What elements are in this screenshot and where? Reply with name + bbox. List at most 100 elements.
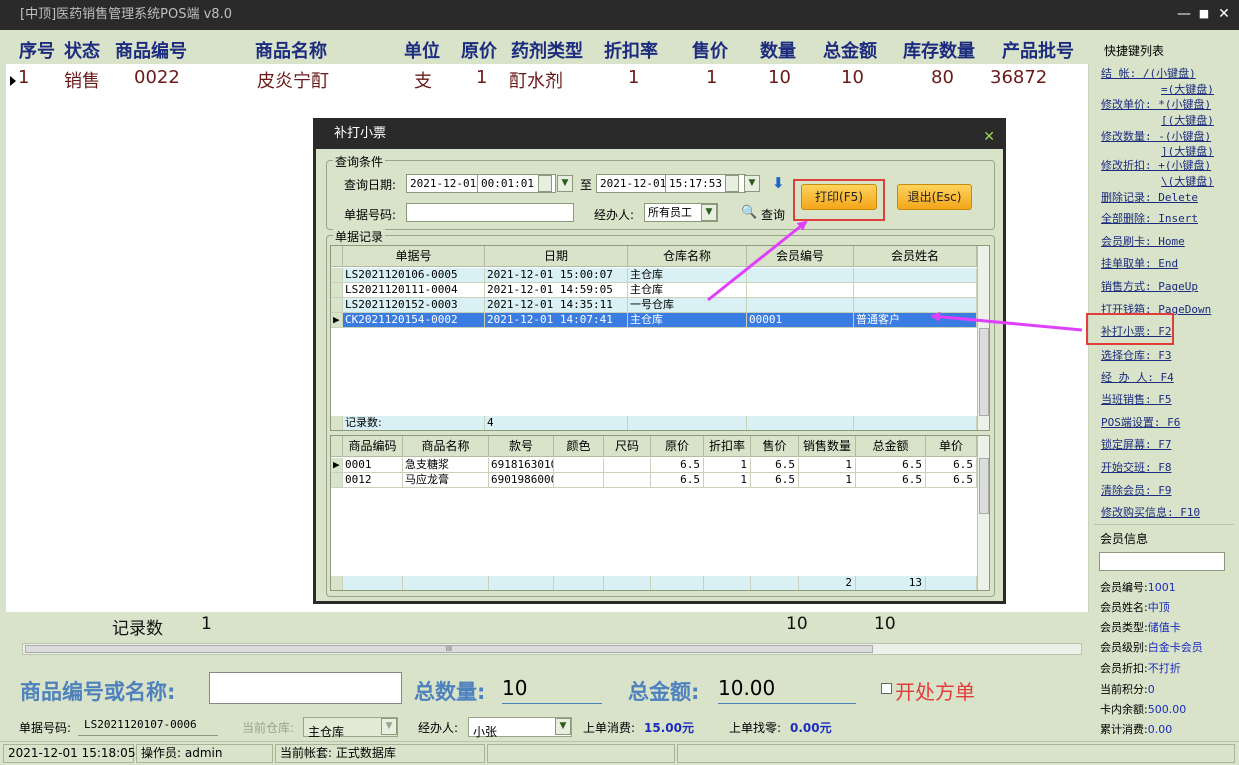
dialog-close-icon[interactable]: ✕ — [983, 124, 995, 150]
col-code: 商品编号 — [115, 41, 187, 62]
date-from-field[interactable]: 2021-12-01 00:01:01 — [406, 174, 556, 193]
shortcut-edit-purchase[interactable]: 修改购买信息: F10 — [1101, 504, 1200, 520]
cell-name: 皮炎宁酊 — [257, 71, 329, 92]
details-col-total: 总金额 — [856, 436, 926, 457]
date-label: 查询日期: — [344, 178, 397, 192]
total-qty-label: 总数量: — [414, 680, 486, 704]
shortcut-pos-settings[interactable]: POS端设置: F6 — [1101, 414, 1180, 430]
shortcut-checkout-alt[interactable]: =(大键盘) — [1161, 81, 1214, 97]
shortcut-delete-all[interactable]: 全部删除: Insert — [1101, 210, 1198, 226]
total-amount-value: 10.00 — [718, 676, 856, 704]
operator-select[interactable]: 小张 ▼ — [468, 717, 572, 739]
records-table[interactable]: 单据号 日期 仓库名称 会员编号 会员姓名 LS2021120106-0005 … — [330, 245, 990, 431]
col-name: 商品名称 — [255, 41, 327, 62]
records-col-member-id: 会员编号 — [747, 246, 854, 267]
shortcut-delete[interactable]: 删除记录: Delete — [1101, 189, 1198, 205]
print-button[interactable]: 打印(F5) — [801, 184, 877, 210]
records-col-indicator — [331, 246, 343, 267]
shortcut-checkout[interactable]: 结 帐: /(小键盘) — [1101, 65, 1196, 81]
col-unit: 单位 — [404, 41, 440, 62]
date-from-value: 2021-12-01 — [410, 177, 477, 190]
status-account: 当前帐套: 正式数据库 — [275, 744, 485, 763]
shortcut-edit-price-alt[interactable]: [(大键盘) — [1161, 112, 1214, 128]
details-col-indicator — [331, 436, 343, 457]
dialog-title: 补打小票 — [334, 126, 387, 141]
query-button[interactable]: 查询 — [761, 206, 785, 223]
shortcut-edit-price[interactable]: 修改单价: *(小键盘) — [1101, 96, 1211, 112]
exit-button[interactable]: 退出(Esc) — [897, 184, 972, 210]
binoculars-icon[interactable]: 🔍 — [741, 205, 757, 220]
scrollbar-thumb[interactable] — [979, 328, 989, 416]
close-button[interactable]: ✕ — [1214, 0, 1234, 30]
prescription-checkbox[interactable] — [881, 683, 892, 694]
prescription-label[interactable]: 开处方单 — [895, 676, 975, 705]
warehouse-select[interactable]: 主仓库 ▼ — [303, 717, 398, 739]
col-price: 原价 — [461, 41, 497, 62]
cell-qty: 10 — [768, 67, 791, 88]
shortcut-warehouse[interactable]: 选择仓库: F3 — [1101, 347, 1172, 363]
member-balance: 卡内余额:500.00 — [1100, 703, 1187, 716]
time-from-spinner[interactable] — [538, 175, 552, 192]
member-total-spend: 累计消费:0.00 — [1100, 723, 1173, 736]
product-input-bar: 商品编号或名称: 总数量: 10 总金额: 10.00 开处方单 — [6, 662, 1089, 712]
summary-count: 1 — [201, 614, 212, 634]
divider — [1094, 524, 1234, 525]
shortcut-clear-member[interactable]: 清除会员: F9 — [1101, 482, 1172, 498]
window-title: [中顶]医药销售管理系统POS端 v8.0 — [20, 7, 232, 22]
shortcut-hold-order[interactable]: 挂单取单: End — [1101, 255, 1178, 271]
details-col-color: 颜色 — [554, 436, 604, 457]
member-id: 会员编号:1001 — [1100, 581, 1176, 594]
reprint-dialog: 补打小票 ✕ 查询条件 查询日期: 2021-12-01 00:01:01 ▼ … — [313, 118, 1006, 604]
records-vertical-scrollbar[interactable] — [977, 246, 989, 430]
details-col-code: 商品编码 — [343, 436, 403, 457]
chevron-down-icon[interactable]: ▼ — [381, 718, 397, 735]
chevron-down-icon[interactable]: ▼ — [701, 204, 717, 221]
status-empty-2 — [677, 744, 1235, 763]
details-col-discount: 折扣率 — [704, 436, 751, 457]
shortcut-handler[interactable]: 经 办 人: F4 — [1101, 369, 1174, 385]
col-sale: 售价 — [692, 41, 728, 62]
order-number-input[interactable] — [406, 203, 574, 222]
time-to-spinner[interactable] — [725, 175, 739, 192]
details-table[interactable]: 商品编码 商品名称 款号 颜色 尺码 原价 折扣率 售价 销售数量 总金额 单价… — [330, 435, 990, 591]
arrow-down-icon[interactable]: ⬇ — [772, 174, 785, 192]
horizontal-scrollbar[interactable]: III — [22, 643, 1082, 655]
records-col-member-name: 会员姓名 — [854, 246, 977, 267]
scrollbar-thumb[interactable] — [979, 458, 989, 514]
operator-label: 经办人: — [418, 721, 459, 735]
chevron-down-icon[interactable]: ▼ — [744, 175, 760, 192]
records-col-no: 单据号 — [343, 246, 485, 267]
col-total: 总金额 — [823, 41, 877, 62]
shortcut-member-card[interactable]: 会员刷卡: Home — [1101, 233, 1185, 249]
details-vertical-scrollbar[interactable] — [977, 436, 989, 590]
minimize-button[interactable]: — — [1174, 0, 1194, 30]
shortcut-reprint[interactable]: 补打小票: F2 — [1101, 323, 1172, 339]
shortcut-sale-mode[interactable]: 销售方式: PageUp — [1101, 278, 1198, 294]
table-row[interactable]: 1 销售 0022 皮炎宁酊 支 1 酊水剂 1 1 10 10 80 3687… — [6, 66, 1089, 92]
status-bar: 2021-12-01 15:18:05 操作员: admin 当前帐套: 正式数… — [0, 741, 1239, 765]
handler-select[interactable]: 所有员工 ▼ — [644, 203, 718, 222]
shortcut-handover[interactable]: 开始交班: F8 — [1101, 459, 1172, 475]
summary-total: 10 — [874, 614, 896, 634]
shortcut-lock-screen[interactable]: 锁定屏幕: F7 — [1101, 436, 1172, 452]
details-col-qty: 销售数量 — [799, 436, 856, 457]
date-to-value: 2021-12-01 — [600, 177, 667, 190]
maximize-button[interactable]: ■ — [1194, 0, 1214, 30]
cell-code: 0022 — [134, 67, 180, 88]
shortcut-edit-discount-alt[interactable]: \(大键盘) — [1161, 173, 1214, 189]
product-label: 商品编号或名称: — [20, 680, 176, 704]
member-search-input[interactable] — [1099, 552, 1225, 571]
chevron-down-icon[interactable]: ▼ — [555, 718, 571, 735]
shortcut-shift-sales[interactable]: 当班销售: F5 — [1101, 391, 1172, 407]
date-to-field[interactable]: 2021-12-01 15:17:53 — [596, 174, 746, 193]
title-bar: [中顶]医药销售管理系统POS端 v8.0 — ■ ✕ — [0, 0, 1239, 30]
shortcut-edit-qty[interactable]: 修改数量: -(小键盘) — [1101, 128, 1211, 144]
scrollbar-thumb[interactable]: III — [25, 645, 873, 653]
product-input[interactable] — [209, 672, 402, 704]
details-col-name: 商品名称 — [403, 436, 489, 457]
chevron-down-icon[interactable]: ▼ — [557, 175, 573, 192]
col-stock: 库存数量 — [903, 41, 975, 62]
summary-label: 记录数 — [112, 619, 163, 639]
shortcut-edit-discount[interactable]: 修改折扣: +(小键盘) — [1101, 157, 1211, 173]
details-col-size: 尺码 — [604, 436, 651, 457]
